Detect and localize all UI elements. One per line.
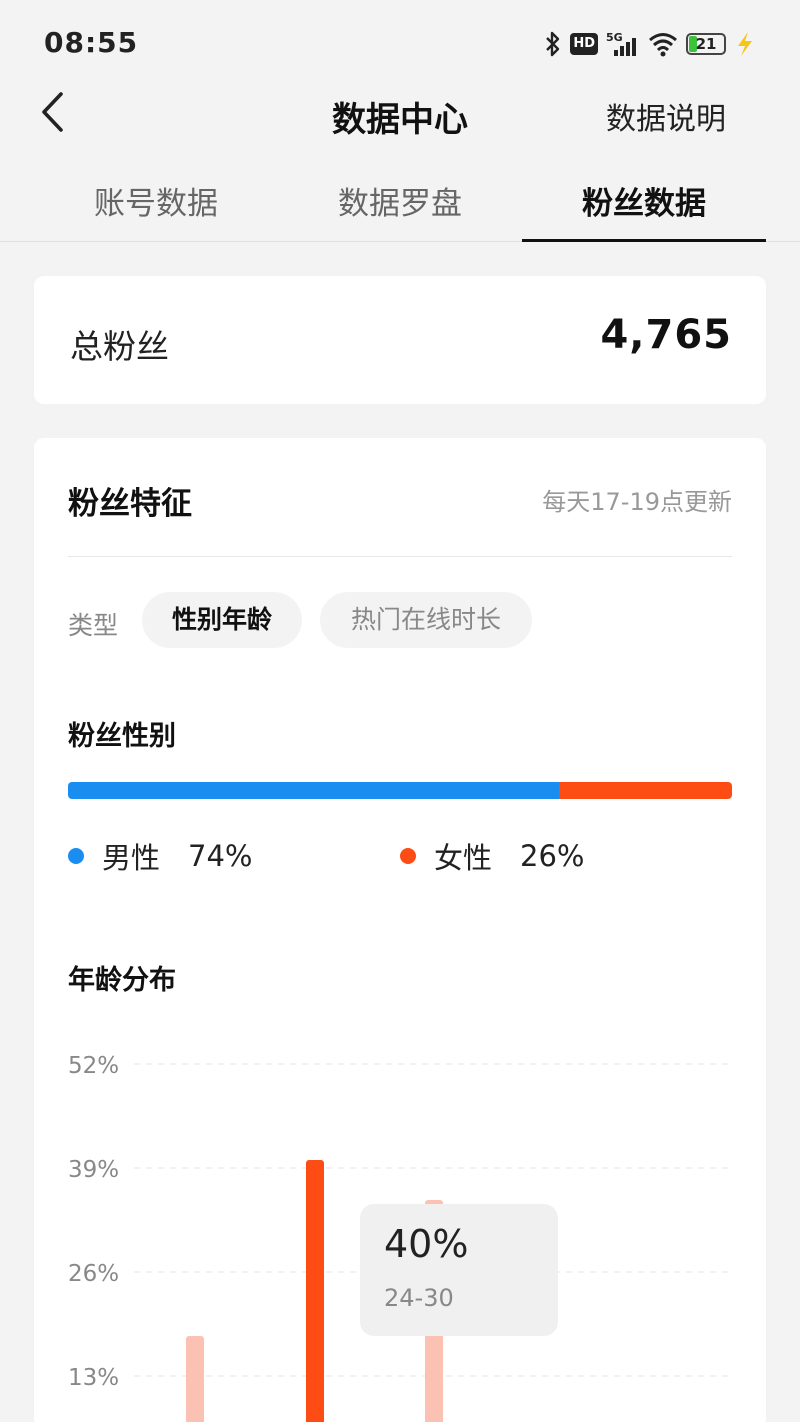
female-dot-icon	[400, 848, 416, 864]
type-label: 类型	[68, 611, 119, 640]
tab-data-compass[interactable]: 数据罗盘	[278, 178, 522, 223]
y-tick-label: 39%	[68, 1157, 119, 1183]
tab-bar: 账号数据 数据罗盘 粉丝数据	[0, 160, 800, 242]
status-icons: HD 5G 21	[544, 28, 756, 60]
update-note: 每天17-19点更新	[542, 488, 732, 516]
gender-bar-male	[68, 782, 560, 799]
y-tick-label: 13%	[68, 1365, 119, 1391]
charging-icon	[738, 32, 752, 56]
status-bar: 08:55 HD 5G 21	[0, 0, 800, 84]
divider	[68, 556, 732, 557]
signal-5g-icon: 5G	[606, 31, 636, 56]
tab-fans-data[interactable]: 粉丝数据	[522, 178, 766, 223]
female-label: 女性	[434, 841, 493, 875]
battery-icon: 21	[686, 33, 726, 55]
total-fans-label: 总粉丝	[70, 327, 169, 366]
male-dot-icon	[68, 848, 84, 864]
total-fans-value: 4,765	[600, 312, 732, 358]
chip-online-duration[interactable]: 热门在线时长	[320, 592, 532, 648]
gender-ratio-bar	[68, 782, 732, 799]
network-label: 5G	[606, 31, 623, 44]
header: 数据中心 数据说明	[0, 84, 800, 140]
male-percent: 74%	[188, 839, 253, 873]
fans-features-title: 粉丝特征	[68, 486, 192, 522]
legend-male: 男性 74%	[68, 836, 252, 876]
age-bar[interactable]	[186, 1336, 204, 1422]
total-fans-card: 总粉丝 4,765	[34, 276, 766, 404]
battery-level: 21	[695, 35, 717, 53]
male-label: 男性	[102, 841, 161, 875]
chip-gender-age[interactable]: 性别年龄	[142, 592, 302, 648]
bluetooth-icon	[546, 31, 560, 57]
gender-title: 粉丝性别	[68, 721, 176, 752]
age-bar[interactable]	[306, 1160, 324, 1422]
y-tick-label: 52%	[68, 1053, 119, 1079]
tab-account-data[interactable]: 账号数据	[34, 178, 278, 223]
chart-tooltip: 40% 24-30	[360, 1204, 558, 1336]
wifi-icon	[649, 33, 677, 57]
tooltip-label: 24-30	[384, 1284, 454, 1312]
active-tab-indicator	[522, 239, 766, 242]
age-distribution-title: 年龄分布	[68, 965, 176, 996]
legend-female: 女性 26%	[400, 836, 584, 876]
hd-icon: HD	[570, 33, 598, 55]
tooltip-value: 40%	[384, 1222, 469, 1266]
female-percent: 26%	[520, 839, 585, 873]
data-description-link[interactable]: 数据说明	[606, 94, 726, 138]
gender-bar-female	[559, 782, 732, 799]
y-tick-label: 26%	[68, 1261, 119, 1287]
fans-features-card: 粉丝特征 每天17-19点更新 类型 性别年龄 热门在线时长 粉丝性别 男性 7…	[34, 438, 766, 1422]
status-time: 08:55	[44, 26, 139, 59]
